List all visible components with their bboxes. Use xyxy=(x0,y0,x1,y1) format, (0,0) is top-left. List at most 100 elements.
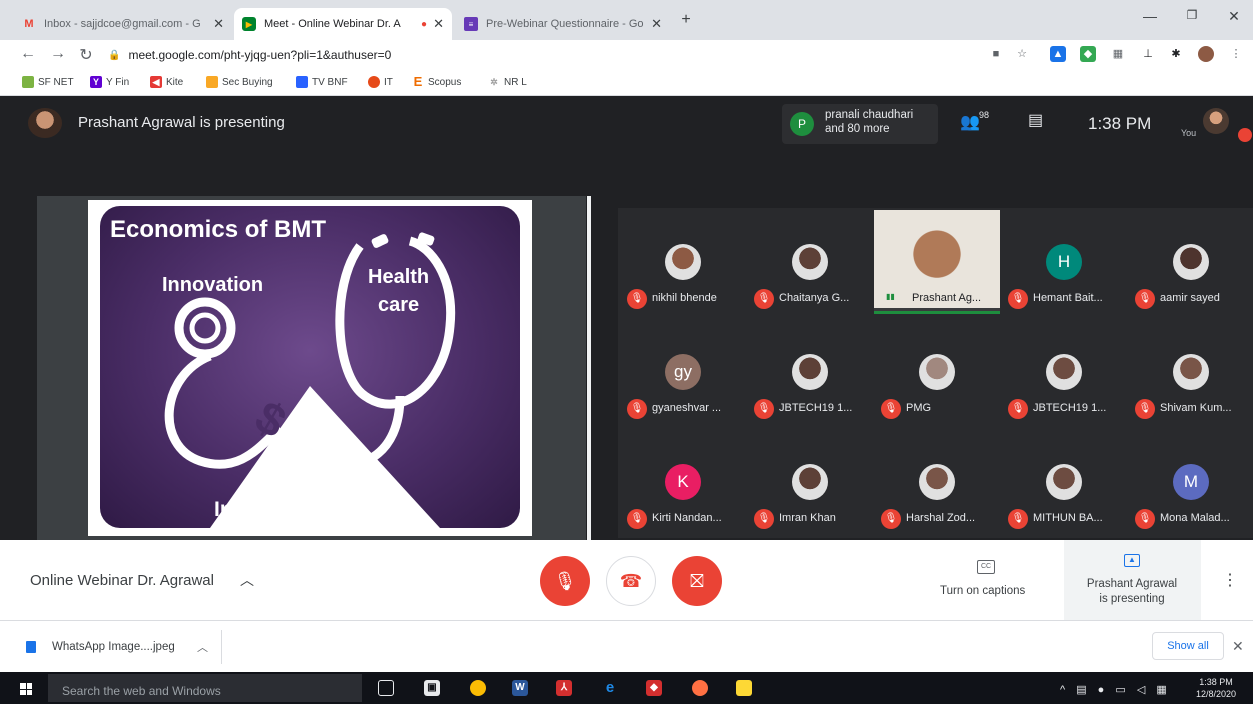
reload-button[interactable]: ↻ xyxy=(76,45,96,65)
mic-off-icon: 🎙 xyxy=(1135,399,1155,419)
firefox-icon[interactable] xyxy=(692,680,708,696)
participant-tile[interactable]: gy 🎙 gyaneshvar ... xyxy=(620,320,746,424)
participant-photo xyxy=(792,354,828,390)
system-tray-icons[interactable]: ^ ▤ ● ▭ ◁ ▦ xyxy=(1060,683,1171,696)
tab-questionnaire[interactable]: ≡ Pre-Webinar Questionnaire - Go ✕ xyxy=(456,8,670,40)
captions-icon[interactable]: CC xyxy=(977,560,995,574)
mic-off-icon: 🎙 xyxy=(627,399,647,419)
participant-tile[interactable]: M 🎙 Mona Malad... xyxy=(1128,430,1253,534)
bookmark-sf-net[interactable]: SF NET xyxy=(22,76,74,88)
profile-avatar[interactable] xyxy=(1198,46,1214,62)
participant-tile[interactable]: H 🎙 Hemant Bait... xyxy=(1001,210,1127,314)
participant-tile[interactable]: 🎙 JBTECH19 1... xyxy=(1001,320,1127,424)
windows-start-icon[interactable] xyxy=(20,683,32,695)
media-icon[interactable]: ◆ xyxy=(646,680,662,696)
pdf-icon[interactable]: ⅄ xyxy=(556,680,572,696)
mic-off-icon: 🎙 xyxy=(1008,399,1028,419)
mic-off-icon: 🎙 xyxy=(1135,509,1155,529)
camera-off-icon: ⛝ xyxy=(690,570,704,591)
people-icon[interactable]: 👥 xyxy=(960,112,980,132)
participant-tile[interactable]: 🎙 nikhil bhende xyxy=(620,210,746,314)
bookmarks-bar xyxy=(0,70,1253,96)
participant-name: Chaitanya G... xyxy=(779,292,850,304)
participant-tile[interactable]: 🎙 MITHUN BA... xyxy=(1001,430,1127,534)
leaf-icon xyxy=(22,76,34,88)
meeting-clock: 1:38 PM xyxy=(1088,114,1152,133)
participant-tile[interactable]: ▮▮ Prashant Ag... xyxy=(874,210,1000,314)
bookmark-it[interactable]: IT xyxy=(368,76,393,88)
participant-name: MITHUN BA... xyxy=(1033,512,1103,524)
chat-icon[interactable]: ▤ xyxy=(1028,110,1043,130)
window-close-button[interactable]: ✕ xyxy=(1224,8,1244,25)
extension-icon[interactable]: ▦ xyxy=(1110,46,1126,62)
word-icon[interactable]: W xyxy=(512,680,528,696)
bookmark-scopus[interactable]: E Scopus xyxy=(412,75,462,88)
show-all-button[interactable]: Show all xyxy=(1152,632,1224,660)
camera-icon[interactable]: ■ xyxy=(988,46,1004,62)
participant-tile[interactable]: 🎙 PMG xyxy=(874,320,1000,424)
captions-button-label[interactable]: Turn on captions xyxy=(940,585,1025,597)
bookmark-y-fin[interactable]: YY Fin xyxy=(90,76,129,88)
bookmark-tv-bnf[interactable]: TV BNF xyxy=(296,76,348,88)
address-bar[interactable]: 🔒 meet.google.com/pht-yjqg-uen?pli=1&aut… xyxy=(108,44,968,66)
chevron-up-icon[interactable]: ︿ xyxy=(240,570,254,590)
participant-tile[interactable]: 🎙 Imran Khan xyxy=(747,430,873,534)
bookmark-sec-buying[interactable]: Sec Buying xyxy=(206,76,273,88)
back-button[interactable]: ← xyxy=(18,45,38,63)
participant-tile[interactable]: 🎙 aamir sayed xyxy=(1128,210,1253,314)
participant-tile[interactable]: 🎙 Chaitanya G... xyxy=(747,210,873,314)
participant-tile[interactable]: 🎙 JBTECH19 1... xyxy=(747,320,873,424)
close-icon[interactable]: ✕ xyxy=(213,16,224,32)
participant-initial-avatar: M xyxy=(1173,464,1209,500)
file-explorer-icon[interactable] xyxy=(736,680,752,696)
mic-toggle-button[interactable]: 🎙 xyxy=(540,556,590,606)
meet-icon: ▶ xyxy=(242,17,256,31)
puzzle-icon[interactable]: ✱ xyxy=(1168,46,1184,62)
mic-off-icon: 🎙 xyxy=(754,399,774,419)
kite-icon: ◀ xyxy=(150,76,162,88)
extension-icon[interactable]: ◆ xyxy=(1080,46,1096,62)
lock-icon: 🔒 xyxy=(108,49,121,61)
participant-tile[interactable]: 🎙 Shivam Kum... xyxy=(1128,320,1253,424)
extension-icon[interactable]: ▲ xyxy=(1050,46,1066,62)
participant-photo xyxy=(919,464,955,500)
taskbar-search-placeholder: Search the web and Windows xyxy=(62,684,221,698)
participant-tile[interactable]: K 🎙 Kirti Nandan... xyxy=(620,430,746,534)
self-avatar[interactable] xyxy=(1203,108,1229,134)
taskbar-clock[interactable]: 1:38 PM 12/8/2020 xyxy=(1196,676,1236,700)
bookmark-kite[interactable]: ◀ Kite xyxy=(150,76,183,88)
participant-tile[interactable]: 🎙 Harshal Zod... xyxy=(874,430,1000,534)
bookmark-nrl[interactable]: ✲ NR L xyxy=(488,76,527,88)
hang-up-icon: ☎ xyxy=(619,570,643,591)
tab-meet[interactable]: ▶ Meet - Online Webinar Dr. A ● ✕ xyxy=(234,8,452,40)
mic-off-icon: 🎙 xyxy=(627,509,647,529)
mic-off-badge xyxy=(1238,128,1252,142)
gmail-icon: M xyxy=(24,18,34,30)
minimize-button[interactable]: — xyxy=(1140,8,1160,24)
participant-name: Harshal Zod... xyxy=(906,512,976,524)
star-icon[interactable]: ☆ xyxy=(1014,46,1030,62)
slide-innovation: Innovation xyxy=(162,274,264,296)
chrome-icon[interactable] xyxy=(470,680,486,696)
camera-toggle-button[interactable]: ⛝ xyxy=(672,556,722,606)
recording-icon: ● xyxy=(421,18,428,30)
edge-icon[interactable]: e xyxy=(602,680,618,696)
menu-icon[interactable]: ⋮ xyxy=(1228,46,1244,62)
close-icon[interactable]: ✕ xyxy=(651,16,662,32)
leave-call-button[interactable]: ☎ xyxy=(606,556,656,606)
task-view-icon[interactable] xyxy=(378,680,394,696)
close-icon[interactable]: ✕ xyxy=(1232,638,1244,655)
store-icon[interactable]: ▣ xyxy=(424,680,440,696)
close-icon[interactable]: ✕ xyxy=(433,16,444,32)
web-icon: ✲ xyxy=(490,77,498,87)
meeting-title[interactable]: Online Webinar Dr. Agrawal xyxy=(30,572,214,589)
participant-name: nikhil bhende xyxy=(652,292,717,304)
chevron-up-icon[interactable]: ︿ xyxy=(197,639,208,655)
you-label: You xyxy=(1181,128,1197,138)
more-options-icon[interactable]: ⋮ xyxy=(1222,570,1238,590)
pin-icon[interactable]: ⊥ xyxy=(1140,46,1156,62)
restore-button[interactable]: ❐ xyxy=(1182,8,1202,22)
new-tab-button[interactable]: + xyxy=(676,11,696,29)
tab-inbox[interactable]: M Inbox - sajjdcoe@gmail.com - G ✕ xyxy=(14,8,232,40)
forward-button[interactable]: → xyxy=(48,45,68,63)
